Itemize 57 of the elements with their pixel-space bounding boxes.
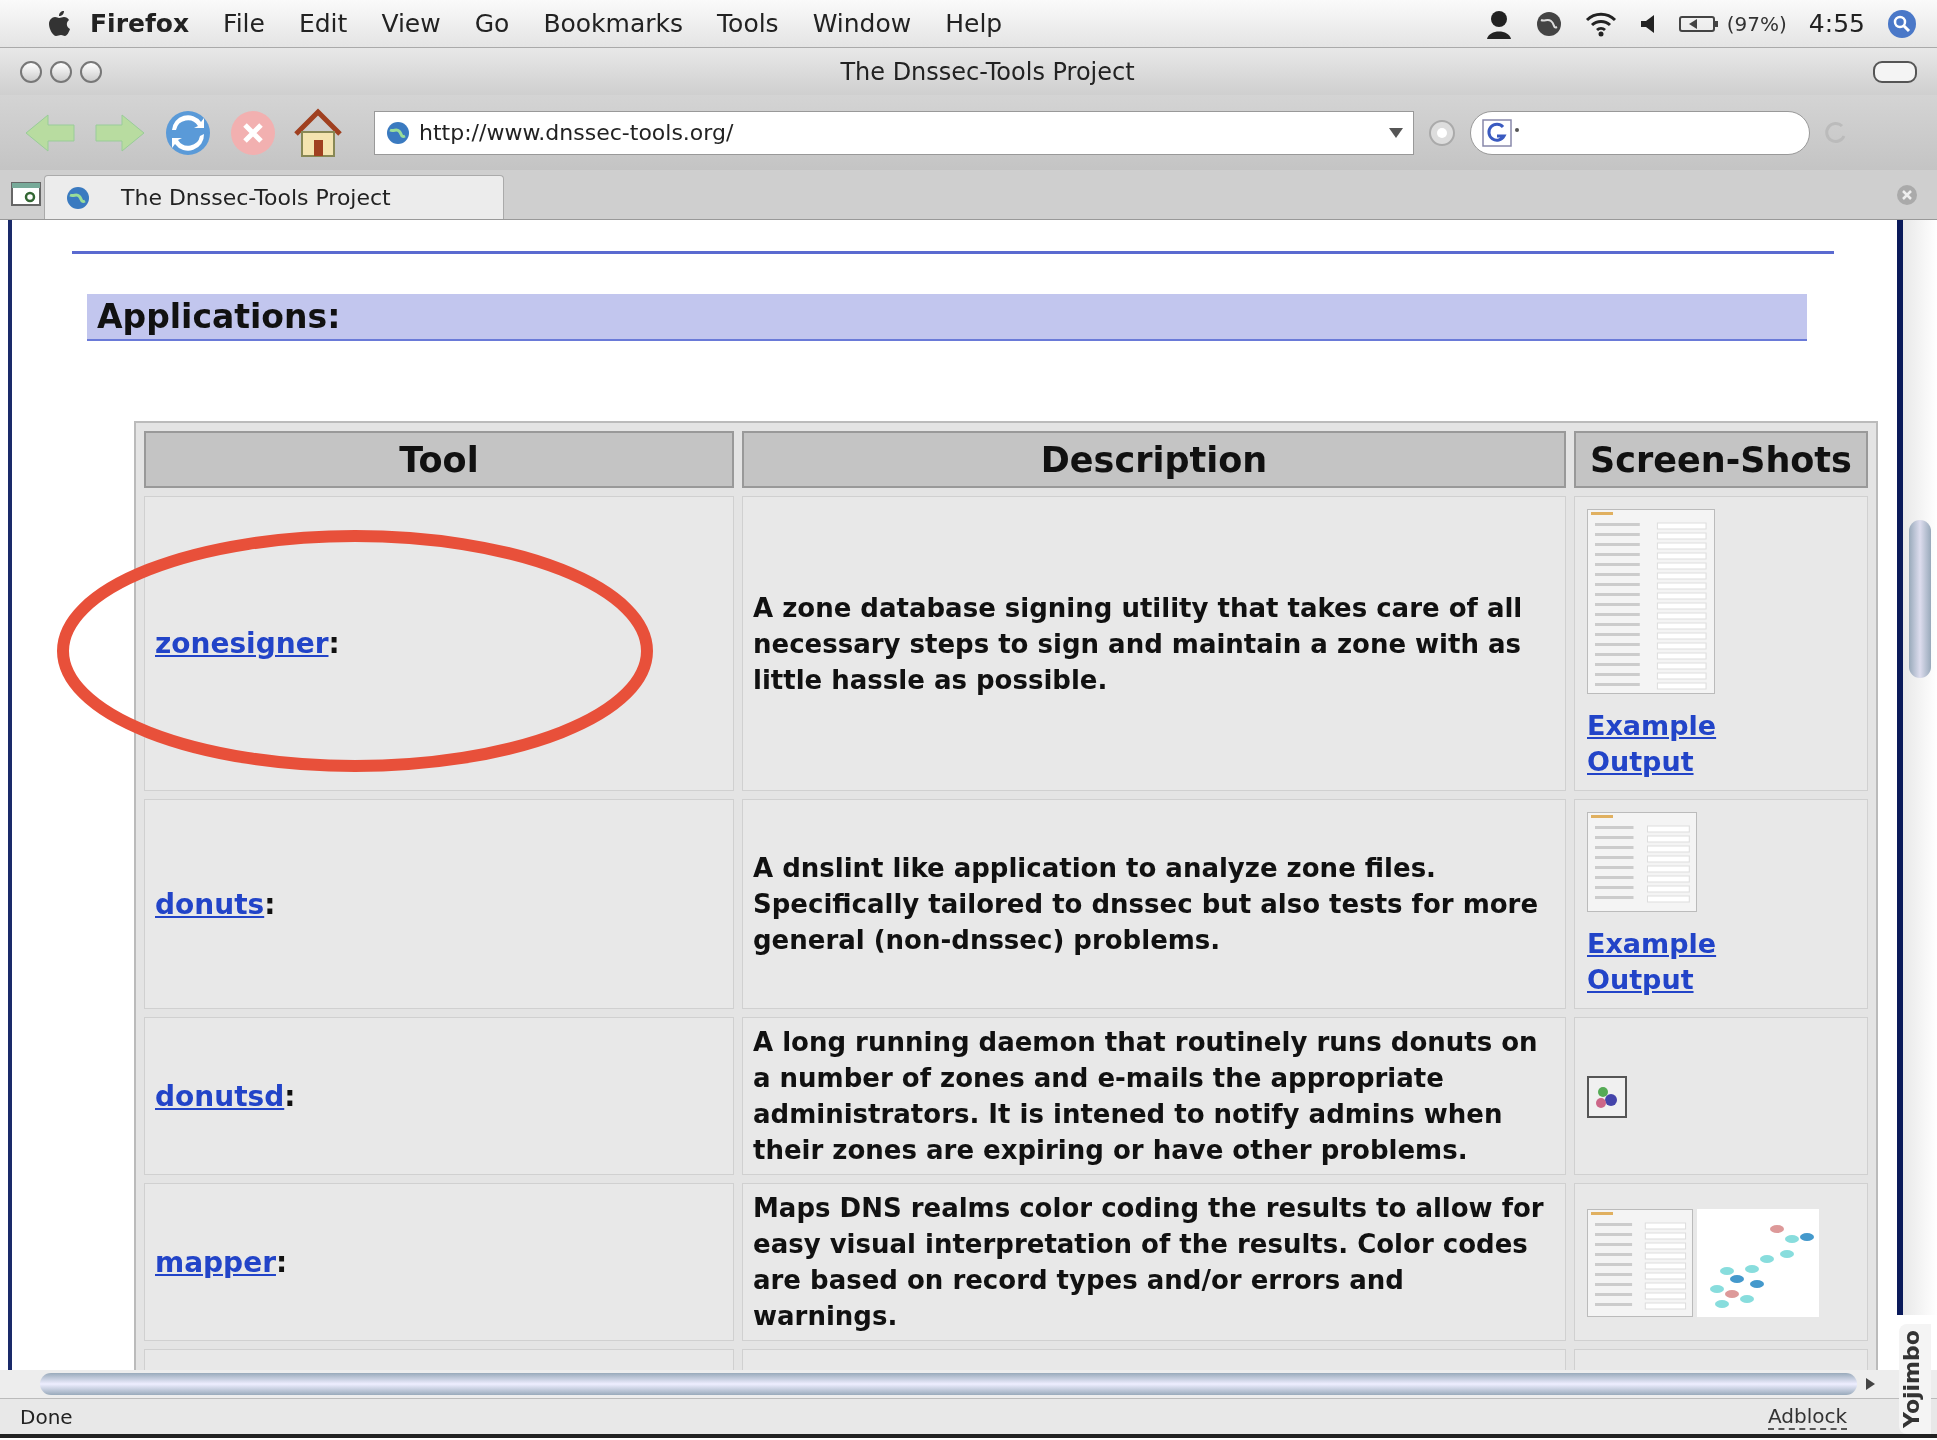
column-header: Description bbox=[742, 431, 1566, 488]
column-header: Tool bbox=[144, 431, 734, 488]
description-text: Maps DNS realms color coding the results to allow for easy visual interpretation of the results. Color codes are based on record types and/or errors and warnings. bbox=[753, 1192, 1545, 1333]
wifi-icon[interactable] bbox=[1584, 10, 1617, 37]
section-heading: Applications: bbox=[87, 294, 1807, 341]
tool-link[interactable]: donuts bbox=[155, 887, 265, 921]
person-icon[interactable] bbox=[1484, 8, 1513, 39]
url-field[interactable]: http://www.dnssec-tools.org/ bbox=[374, 110, 1414, 155]
description-text: A dnslint like application to analyze zone files. Specifically tailored to dnssec but also tests for more general (non-dnssec) problems. bbox=[753, 852, 1540, 957]
tool-link[interactable]: mapper bbox=[155, 1245, 276, 1279]
toolbar-toggle-button[interactable] bbox=[1873, 60, 1917, 83]
tool-label: donuts: bbox=[155, 887, 276, 921]
search-engine-icon[interactable] bbox=[1481, 117, 1521, 148]
browser-tab[interactable]: The Dnssec-Tools Project bbox=[44, 175, 504, 219]
scrollbar-thumb[interactable] bbox=[1909, 520, 1931, 678]
speaker-icon[interactable] bbox=[1638, 12, 1657, 35]
apple-logo-icon[interactable] bbox=[46, 8, 72, 39]
menu-item[interactable]: Go bbox=[474, 9, 510, 38]
search-icon[interactable] bbox=[1887, 8, 1917, 39]
tool-link[interactable]: zonesigner bbox=[155, 627, 329, 660]
adblock-button[interactable]: Adblock bbox=[1767, 1403, 1847, 1430]
menu-item[interactable]: Bookmarks bbox=[543, 9, 684, 38]
tool-label: zonesigner: bbox=[155, 627, 340, 660]
battery-icon[interactable] bbox=[1678, 13, 1719, 34]
tool-label: mapper: bbox=[155, 1245, 288, 1279]
clock[interactable]: 4:55 bbox=[1808, 9, 1865, 38]
window-control-button[interactable] bbox=[50, 60, 72, 83]
status-text: Done bbox=[20, 1404, 73, 1429]
menu-item[interactable]: File bbox=[223, 9, 265, 38]
new-tab-icon[interactable] bbox=[10, 179, 44, 209]
menu-item[interactable]: Edit bbox=[298, 9, 348, 38]
go-icon[interactable] bbox=[1428, 118, 1456, 147]
example-output-link[interactable]: Example Output bbox=[1587, 926, 1727, 998]
app-menu[interactable]: Firefox bbox=[90, 9, 190, 38]
window-control-button[interactable] bbox=[20, 60, 42, 83]
menu-item[interactable]: View bbox=[381, 9, 441, 38]
scrollbar-thumb[interactable] bbox=[40, 1373, 1857, 1395]
window-control-button[interactable] bbox=[80, 60, 102, 83]
search-field[interactable] bbox=[1470, 110, 1810, 155]
example-output-link[interactable]: Example Output bbox=[1587, 708, 1727, 780]
globe-icon[interactable] bbox=[1534, 9, 1563, 38]
description-text: A long running daemon that routinely runs donuts on a number of zones and e-mails the appropriate administrators. It is intened to notify admins when their zones are expiring or have other problems. bbox=[753, 1026, 1539, 1167]
menu-item[interactable]: Help bbox=[945, 9, 1003, 38]
menu-item[interactable]: Window bbox=[812, 9, 912, 38]
menu-item[interactable]: Tools bbox=[717, 9, 779, 38]
column-header: Screen-Shots bbox=[1574, 431, 1868, 488]
broken-image-icon[interactable] bbox=[1587, 1076, 1627, 1118]
description-text: A zone database signing utility that takes care of all necessary steps to sign and maintain a zone with as little hassle as possible. bbox=[753, 591, 1524, 697]
tool-link[interactable]: donutsd bbox=[155, 1079, 285, 1113]
home-icon[interactable] bbox=[292, 107, 344, 158]
battery-percentage: (97%) bbox=[1726, 11, 1787, 36]
dropdown-caret-icon[interactable] bbox=[1389, 127, 1403, 138]
tool-label: donutsd: bbox=[155, 1079, 296, 1113]
globe-icon bbox=[385, 119, 411, 146]
globe-icon bbox=[65, 184, 91, 211]
window-title: The Dnssec-Tools Project bbox=[839, 57, 1136, 86]
sidebar-tab[interactable]: Yojimbo bbox=[1899, 1324, 1931, 1434]
